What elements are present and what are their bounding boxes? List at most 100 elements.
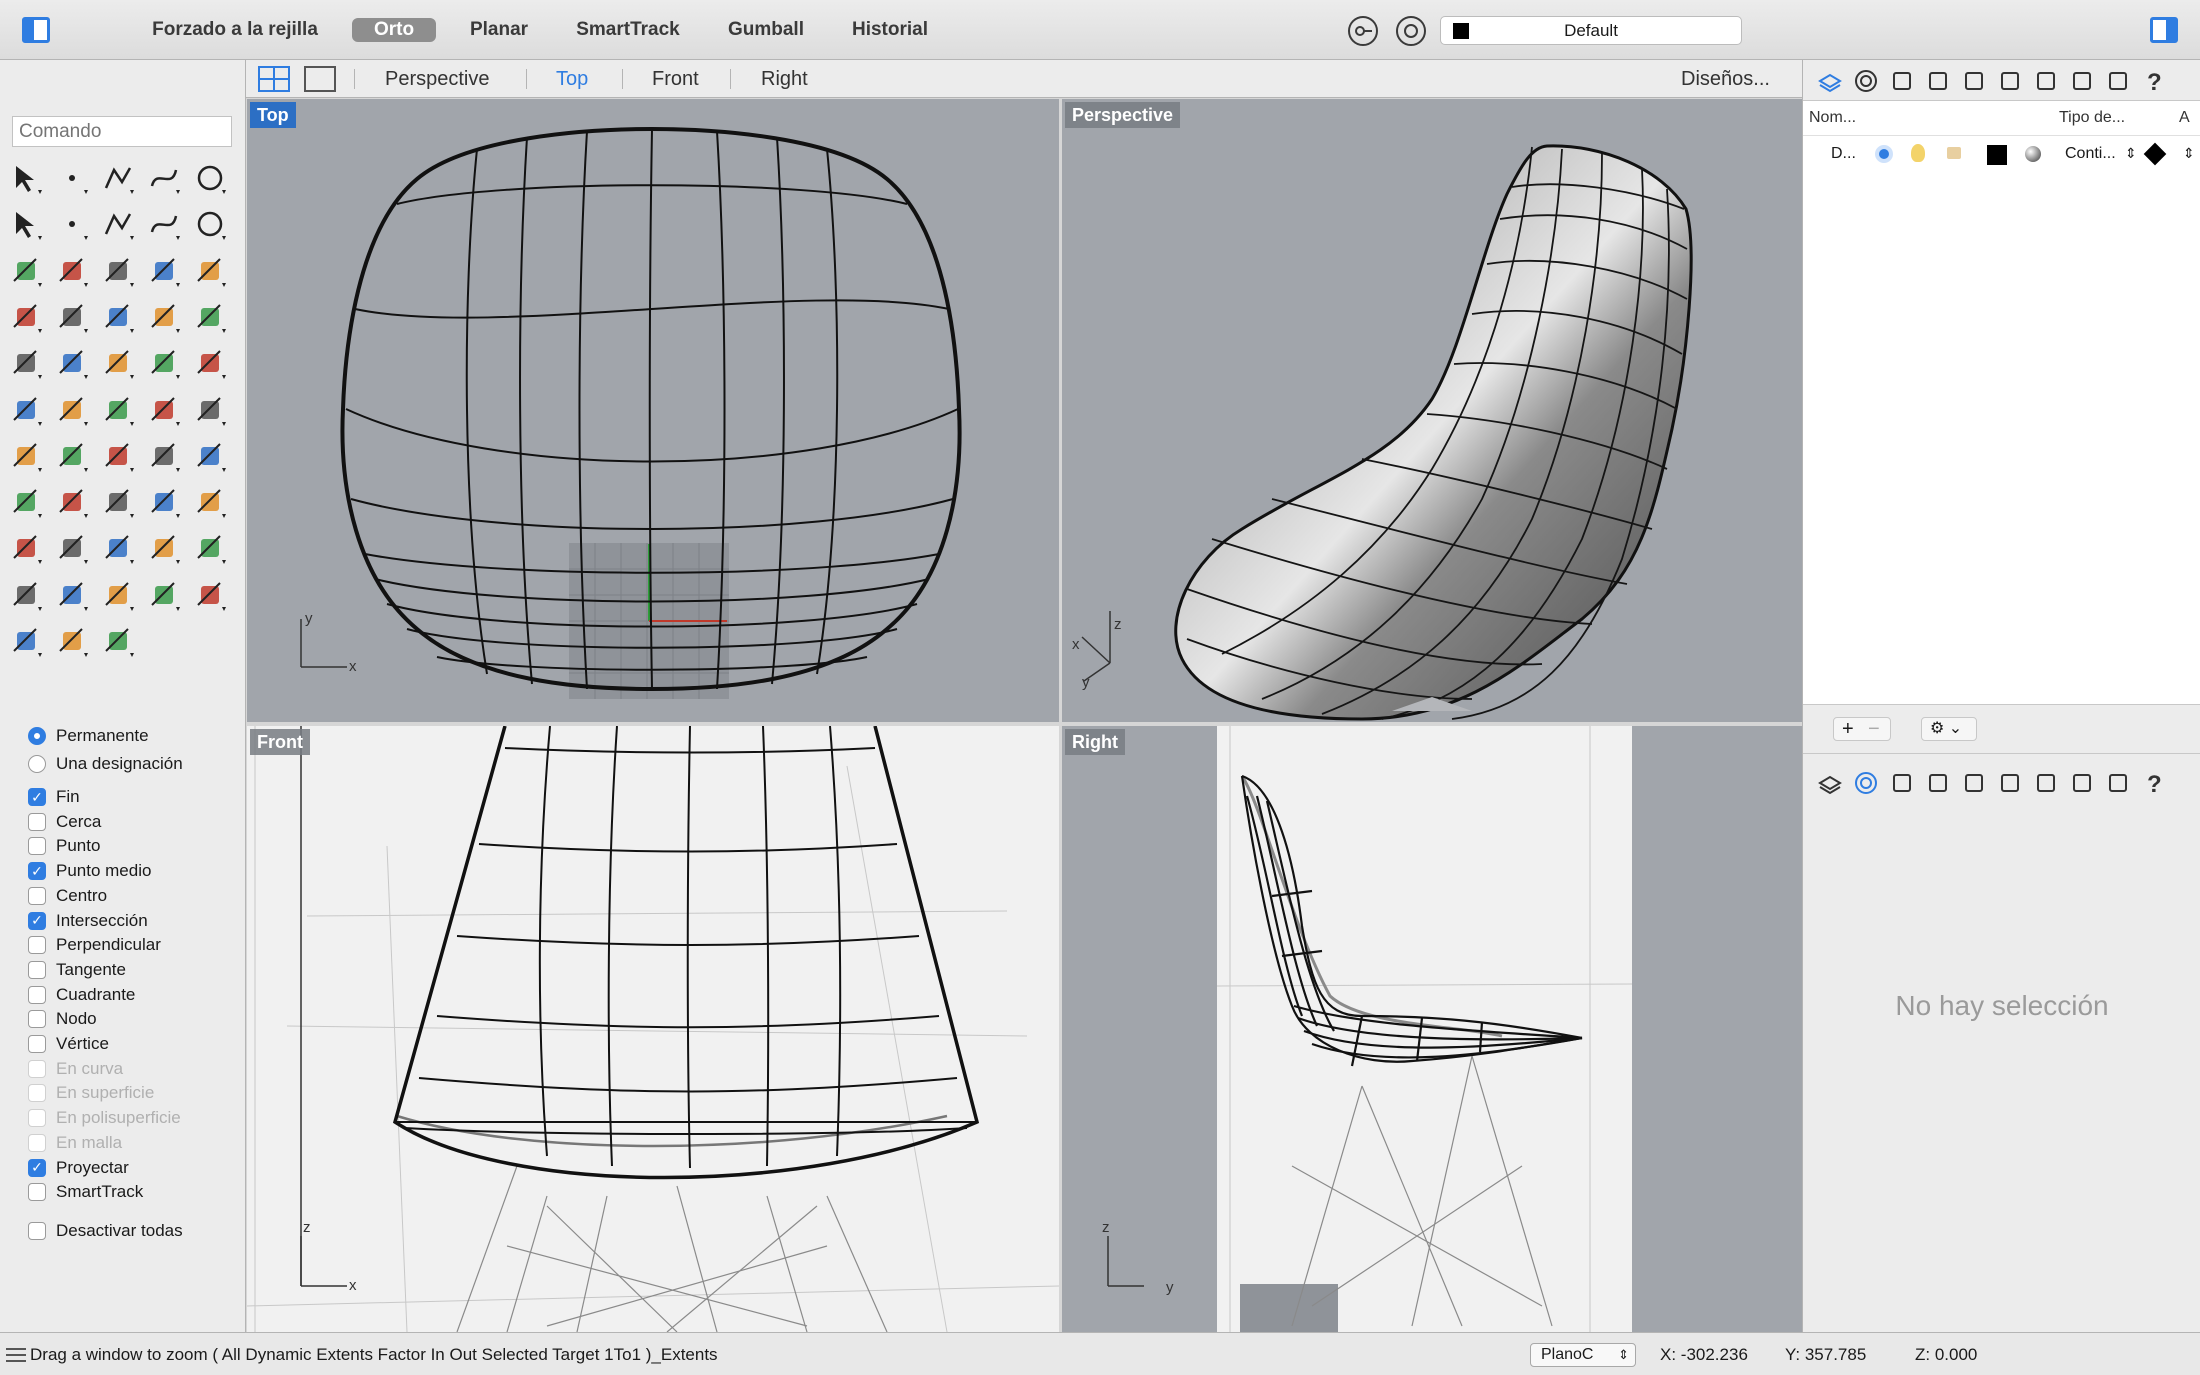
lightbulb-icon[interactable] xyxy=(1911,144,1925,162)
array-icon[interactable] xyxy=(52,390,92,430)
polyline-icon[interactable] xyxy=(98,158,138,198)
osnap-item[interactable]: En curva xyxy=(28,1057,123,1081)
tab-top[interactable]: Top xyxy=(556,60,588,98)
sphere-view-icon[interactable] xyxy=(144,575,184,615)
named-view-icon[interactable] xyxy=(6,528,46,568)
document-panel-icon[interactable] xyxy=(1889,68,1915,94)
rectangle-icon[interactable] xyxy=(98,204,138,244)
layouts-button[interactable]: Diseños... xyxy=(1681,60,1770,98)
tab-right[interactable]: Right xyxy=(761,60,808,98)
zoom-selected-icon[interactable] xyxy=(190,482,230,522)
viewport-perspective[interactable]: z x y Perspective xyxy=(1062,99,1802,722)
print-stepper-icon[interactable]: ⇕ xyxy=(2183,145,2195,162)
zoom-window-icon[interactable] xyxy=(98,482,138,522)
osnap-item[interactable]: Centro xyxy=(28,884,107,908)
dimension-icon[interactable] xyxy=(190,390,230,430)
curve-icon[interactable] xyxy=(144,158,184,198)
sphere-solid-icon[interactable] xyxy=(144,251,184,291)
layer-options-gear-icon[interactable]: ⚙ ⌄ xyxy=(1921,717,1977,741)
solid-edit-icon[interactable] xyxy=(144,390,184,430)
mesh-plane-icon[interactable] xyxy=(6,297,46,337)
offset-icon[interactable] xyxy=(144,343,184,383)
osnap-item[interactable]: ✓ Intersección xyxy=(28,909,148,933)
tab-front[interactable]: Front xyxy=(652,60,699,98)
osnap-checkbox[interactable] xyxy=(28,1221,46,1240)
layers-col-name[interactable]: Nom... xyxy=(1809,101,1856,135)
osnap-item[interactable]: Vértice xyxy=(28,1032,109,1056)
osnap-mode-permanent[interactable]: Permanente xyxy=(28,724,149,748)
layers-panel-icon[interactable] xyxy=(1817,770,1843,796)
texture-icon[interactable] xyxy=(98,528,138,568)
osnap-checkbox[interactable] xyxy=(28,1109,46,1128)
arc-polygon-icon[interactable] xyxy=(52,204,92,244)
viewport-top-label[interactable]: Top xyxy=(250,102,296,128)
boolean-icon[interactable] xyxy=(98,297,138,337)
materials-panel-icon[interactable] xyxy=(1853,68,1879,94)
osnap-checkbox[interactable] xyxy=(28,936,46,955)
gumball-button[interactable]: Gumball xyxy=(716,0,816,60)
planar-button[interactable]: Planar xyxy=(458,0,540,60)
rebuild-icon[interactable] xyxy=(98,343,138,383)
layer-row-linetype[interactable]: Conti... xyxy=(2065,145,2116,163)
render-panel-icon[interactable] xyxy=(2069,770,2095,796)
osnap-checkbox[interactable]: ✓ xyxy=(28,911,46,930)
layers-icon[interactable] xyxy=(144,528,184,568)
viewport-right-label[interactable]: Right xyxy=(1065,729,1125,755)
surface-corner-icon[interactable] xyxy=(6,251,46,291)
osnap-checkbox[interactable] xyxy=(28,886,46,905)
osnap-checkbox[interactable] xyxy=(28,812,46,831)
four-viewport-icon[interactable] xyxy=(258,66,290,92)
print-panel-icon[interactable] xyxy=(2033,68,2059,94)
move-icon[interactable] xyxy=(6,390,46,430)
layers-col-extra[interactable]: A xyxy=(2179,101,2190,135)
material-icon[interactable] xyxy=(2025,146,2041,162)
box-solid-icon[interactable] xyxy=(98,251,138,291)
layer-color-icon[interactable] xyxy=(1987,145,2007,165)
print-color-icon[interactable] xyxy=(2143,142,2167,166)
history-button[interactable]: Historial xyxy=(838,0,942,60)
rotate-icon[interactable] xyxy=(98,390,138,430)
split-icon[interactable] xyxy=(144,297,184,337)
lock-icon[interactable] xyxy=(1947,147,1961,159)
osnap-checkbox[interactable] xyxy=(28,1035,46,1053)
cylinder-solid-icon[interactable] xyxy=(190,251,230,291)
command-history-icon[interactable] xyxy=(6,1347,26,1363)
render-panel-icon[interactable] xyxy=(2069,68,2095,94)
camera-target-icon[interactable] xyxy=(52,621,92,661)
print-panel-icon[interactable] xyxy=(2033,770,2059,796)
osnap-item[interactable]: Perpendicular xyxy=(28,933,161,957)
display-panel-icon[interactable] xyxy=(2105,770,2131,796)
grid-snap-button[interactable]: Forzado a la rejilla xyxy=(140,0,330,60)
add-layer-button[interactable]: + xyxy=(1842,718,1854,740)
gumball-tool-icon[interactable] xyxy=(98,621,138,661)
viewport-front[interactable]: z x Front xyxy=(247,726,1059,1332)
layers-panel-icon[interactable] xyxy=(1817,68,1843,94)
osnap-mode-once[interactable]: Una designación xyxy=(28,752,183,776)
osnap-item[interactable]: Tangente xyxy=(28,958,126,982)
object-panel-icon[interactable] xyxy=(1925,770,1951,796)
color-wheel-icon[interactable] xyxy=(98,575,138,615)
osnap-checkbox[interactable]: ✓ xyxy=(28,862,46,881)
check-icon[interactable] xyxy=(144,436,184,476)
smarttrack-button[interactable]: SmartTrack xyxy=(562,0,694,60)
ortho-button[interactable]: Orto xyxy=(344,0,444,60)
osnap-item[interactable]: ✓ Fin xyxy=(28,785,80,809)
car-render-icon[interactable] xyxy=(52,528,92,568)
osnap-item[interactable]: En malla xyxy=(28,1131,122,1155)
osnap-item[interactable]: ✓ Proyectar xyxy=(28,1156,129,1180)
layer-row[interactable]: D... Conti... ⇕ ⇕ xyxy=(1803,137,2200,171)
cplane-select[interactable]: PlanoC ⇕ xyxy=(1530,1343,1636,1367)
help-panel-icon[interactable]: ? xyxy=(2141,68,2167,96)
zoom-extents-icon[interactable] xyxy=(144,482,184,522)
material-icon[interactable] xyxy=(52,575,92,615)
viewport-top[interactable]: y x Top xyxy=(247,99,1059,722)
fillet-curve-icon[interactable] xyxy=(190,204,230,244)
left-sidebar-toggle-icon[interactable] xyxy=(22,17,50,43)
light-icon[interactable] xyxy=(190,528,230,568)
render-sphere-icon[interactable] xyxy=(6,621,46,661)
osnap-item[interactable]: Nodo xyxy=(28,1007,97,1031)
osnap-checkbox[interactable] xyxy=(28,960,46,979)
lock-icon[interactable] xyxy=(6,575,46,615)
viewport-front-label[interactable]: Front xyxy=(250,729,310,755)
zoom-icon[interactable] xyxy=(52,482,92,522)
